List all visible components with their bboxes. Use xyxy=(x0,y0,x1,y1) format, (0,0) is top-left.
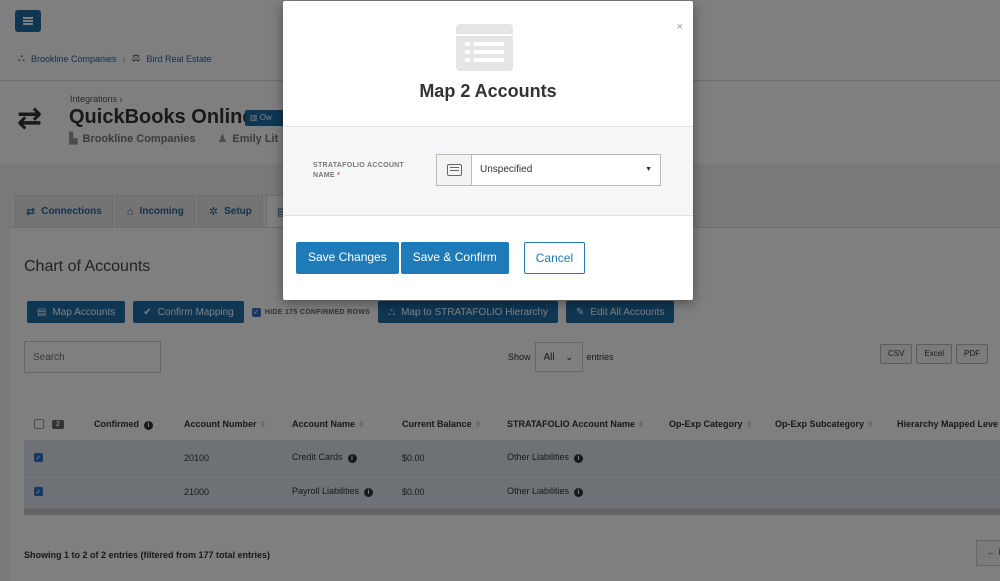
icon-bullet xyxy=(465,42,470,46)
icon-line xyxy=(474,50,504,54)
select-value-area[interactable]: Unspecified ▼ xyxy=(472,155,660,185)
modal-footer: Save Changes Save & Confirm Cancel xyxy=(296,242,586,274)
icon-line xyxy=(474,58,504,62)
app-page: ⛬ Brookline Companies › ⚖ Bird Real Esta… xyxy=(0,0,1000,581)
save-changes-button[interactable]: Save Changes xyxy=(296,242,399,274)
icon-divider xyxy=(456,34,513,36)
required-mark: * xyxy=(337,172,341,179)
icon-bullet xyxy=(465,58,470,62)
stratafolio-account-select[interactable]: Unspecified ▼ xyxy=(436,154,661,186)
list-card-icon xyxy=(446,164,462,176)
field-label-text: STRATAFOLIO ACCOUNT NAME xyxy=(313,162,405,179)
save-confirm-button[interactable]: Save & Confirm xyxy=(400,242,509,274)
modal-title: Map 2 Accounts xyxy=(419,81,557,101)
caret-down-icon: ▼ xyxy=(645,166,652,173)
list-card-icon xyxy=(456,24,513,71)
selected-value: Unspecified xyxy=(480,164,533,175)
map-accounts-modal: × Map 2 Accounts STRATAFOLIO ACCOUNT NAM… xyxy=(283,1,693,300)
stratafolio-account-label: STRATAFOLIO ACCOUNT NAME * xyxy=(313,161,423,181)
icon-line xyxy=(474,42,504,46)
icon-bullet xyxy=(465,50,470,54)
close-icon[interactable]: × xyxy=(677,21,683,33)
select-addon xyxy=(437,155,472,185)
cancel-button[interactable]: Cancel xyxy=(523,242,586,274)
modal-body: STRATAFOLIO ACCOUNT NAME * Unspecified ▼ xyxy=(283,126,693,216)
